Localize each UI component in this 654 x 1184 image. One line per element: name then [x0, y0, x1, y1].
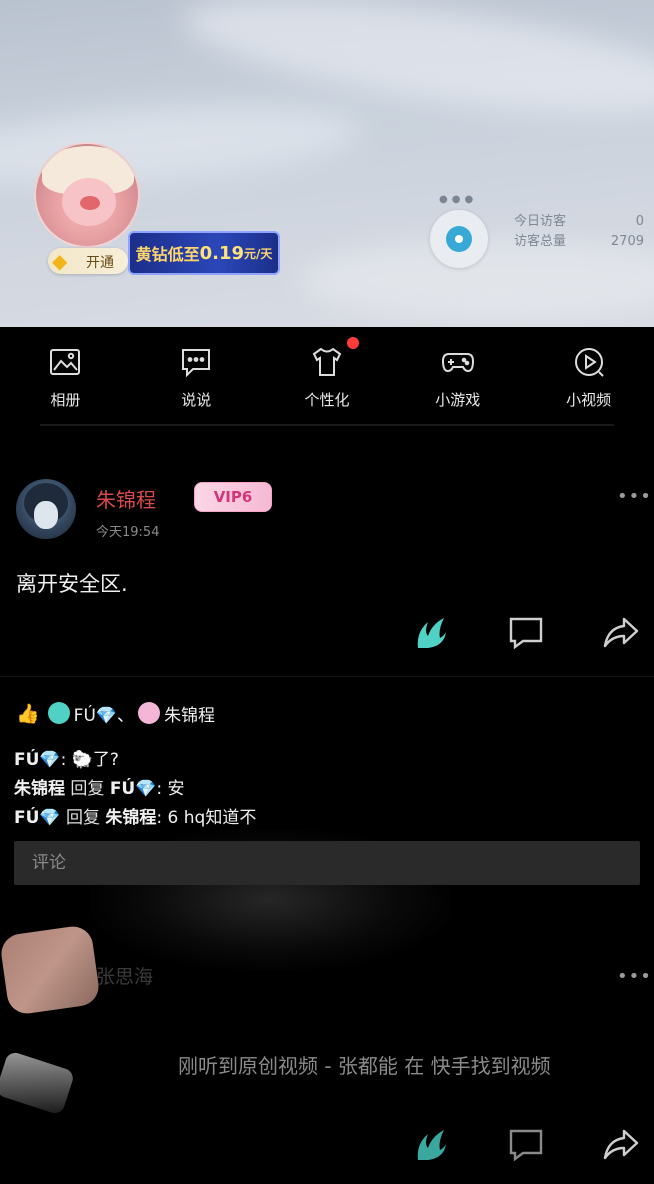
post2-author-name[interactable]: 张思海 — [96, 962, 153, 989]
eye-icon — [446, 226, 472, 252]
promo-price: 0.19 — [199, 242, 245, 264]
comment-item[interactable]: FÚ💎 回复 朱锦程: 6 hq知道不 — [14, 804, 256, 833]
likers-text[interactable]: FÚ💎、 — [74, 701, 134, 726]
message-bubble-icon — [182, 349, 211, 378]
avatar-face — [34, 501, 58, 529]
comment-input[interactable]: 评论 — [14, 841, 640, 885]
photo-album-icon — [50, 349, 81, 375]
yellow-diamond-open-button[interactable]: ◆ 开通 — [48, 248, 128, 274]
comment-text: : 🐑了? — [60, 750, 119, 770]
stat-total-visitors: 访客总量 2709 — [514, 232, 644, 252]
comment-icon[interactable] — [507, 1126, 545, 1164]
comment-item[interactable]: FÚ💎: 🐑了? — [14, 746, 256, 775]
stat-today-visitors: 今日访客 0 — [514, 212, 644, 232]
reply-to-name[interactable]: 朱锦程 — [105, 808, 156, 828]
nav-divider — [40, 424, 614, 426]
post-more-button[interactable]: ••• — [617, 486, 652, 507]
diamond-icon: ◆ — [52, 249, 68, 273]
post2-author-avatar[interactable] — [0, 923, 102, 1017]
liker-avatar[interactable] — [47, 702, 70, 724]
nav-label-minigames: 小游戏 — [435, 391, 481, 409]
avatar-nose — [80, 196, 100, 210]
reply-to-name[interactable]: FÚ💎 — [110, 779, 157, 799]
comment-item[interactable]: 朱锦程 回复 FÚ💎: 安 — [14, 775, 256, 804]
share-icon[interactable] — [602, 614, 640, 652]
nav-label-album: 相册 — [50, 391, 81, 409]
play-video-icon — [574, 348, 604, 377]
nav-label-shuoshuo: 说说 — [181, 391, 212, 409]
notification-dot — [346, 337, 359, 349]
reply-word: 回复 — [70, 779, 105, 799]
post-author-name[interactable]: 朱锦程 — [96, 484, 156, 513]
feature-nav: 相册 说说 个性化 小游戏 小视频 — [0, 327, 654, 417]
like-wing-icon[interactable] — [412, 1126, 450, 1164]
yellow-diamond-promo-banner[interactable]: 黄钻低至 0.19 元/天 — [128, 231, 280, 275]
liker-avatar[interactable] — [138, 702, 161, 724]
tshirt-icon — [312, 347, 342, 376]
post-author-avatar[interactable] — [16, 479, 76, 539]
post-content: 离开安全区. — [16, 572, 128, 596]
share-icon[interactable] — [602, 1126, 640, 1164]
profile-cover[interactable]: ◆ 开通 黄钻低至 0.19 元/天 ●●● 今日访客 0 访客总量 2709 — [0, 0, 654, 327]
post2-more-button[interactable]: ••• — [617, 966, 652, 987]
likes-row[interactable]: 👍 FÚ💎、 朱锦程 — [16, 700, 215, 726]
commenter-name[interactable]: FÚ💎 — [14, 750, 61, 770]
visitor-stats[interactable]: 今日访客 0 访客总量 2709 — [514, 212, 644, 252]
vip-level-badge[interactable]: VIP6 — [194, 482, 272, 512]
commenter-name[interactable]: FÚ💎 — [14, 808, 61, 828]
comment-icon[interactable] — [507, 614, 545, 652]
visitor-eye-button[interactable] — [430, 210, 488, 268]
profile-avatar[interactable] — [34, 142, 140, 248]
nav-item-personalize[interactable]: 个性化 — [262, 327, 393, 417]
nav-item-shortvideo[interactable]: 小视频 — [523, 327, 654, 417]
nav-item-minigames[interactable]: 小游戏 — [392, 327, 523, 417]
carousel-dots: ●●● — [439, 194, 478, 205]
nav-item-album[interactable]: 相册 — [0, 327, 131, 417]
stat-label: 访客总量 — [514, 234, 567, 249]
post2-content: 刚听到原创视频 - 张都能 在 快手找到视频 — [178, 1054, 551, 1078]
thumbs-up-icon: 👍 — [16, 702, 40, 725]
post-divider — [0, 676, 654, 677]
post2-decor — [0, 1050, 76, 1116]
nav-label-shortvideo: 小视频 — [566, 391, 612, 409]
comment-list: FÚ💎: 🐑了? 朱锦程 回复 FÚ💎: 安 FÚ💎 回复 朱锦程: 6 hq知… — [14, 746, 256, 833]
nav-item-shuoshuo[interactable]: 说说 — [131, 327, 262, 417]
stat-label: 今日访客 — [514, 214, 567, 229]
promo-prefix: 黄钻低至 — [135, 245, 200, 264]
stat-value: 0 — [635, 214, 644, 229]
promo-unit: 元/天 — [244, 246, 273, 261]
nav-label-personalize: 个性化 — [304, 391, 350, 409]
comment-text: : 6 hq知道不 — [156, 808, 257, 828]
commenter-name[interactable]: 朱锦程 — [14, 779, 65, 799]
stat-value: 2709 — [610, 234, 644, 249]
comment-text: : 安 — [156, 779, 185, 799]
gamepad-icon — [441, 353, 474, 373]
like-wing-icon[interactable] — [412, 614, 450, 652]
post-timestamp: 今天19:54 — [96, 525, 160, 540]
likers-last[interactable]: 朱锦程 — [164, 701, 215, 726]
reply-word: 回复 — [66, 808, 100, 828]
vip-open-label: 开通 — [86, 255, 114, 271]
